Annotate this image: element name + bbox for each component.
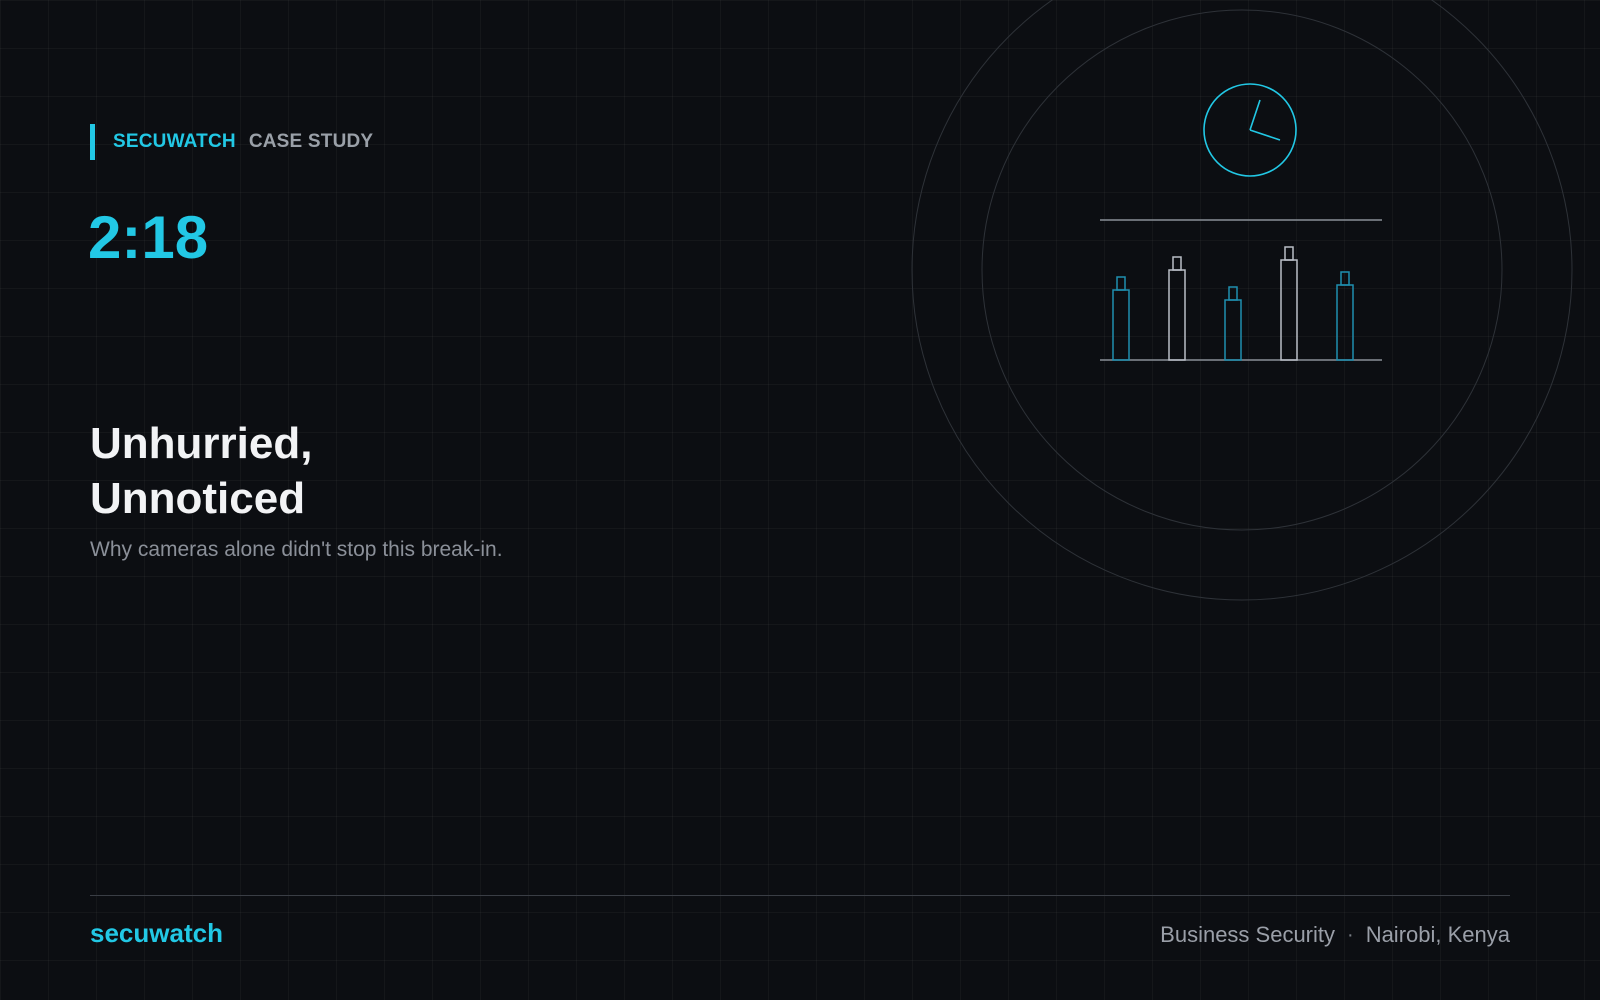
time-stat: 2:18 <box>88 204 209 271</box>
cylinder-3 <box>1224 286 1242 361</box>
cylinder-2 <box>1168 256 1186 361</box>
cylinder-1 <box>1112 276 1130 361</box>
footer-brand[interactable]: secuwatch <box>90 918 223 949</box>
title-line-1: Unhurried, <box>90 419 313 468</box>
eyebrow-kind: CASE STUDY <box>248 131 374 152</box>
footer-location: Nairobi, Kenya <box>1365 922 1510 947</box>
clock-icon <box>1203 83 1297 177</box>
footer-separator: · <box>1347 923 1354 946</box>
cylinder-4 <box>1280 246 1298 361</box>
page-title: Unhurried, Unnoticed <box>90 416 312 526</box>
slide-page: SECUWATCH CASE STUDY 2:18 Unhurried, Unn… <box>0 0 1600 1000</box>
footer-divider <box>90 895 1510 896</box>
footer-meta: Business Security · Nairobi, Kenya <box>1160 922 1510 948</box>
eyebrow-label: SECUWATCH CASE STUDY <box>90 124 373 160</box>
bar-cylinders-icon <box>1100 219 1382 361</box>
footer-category: Business Security <box>1160 922 1336 947</box>
inner-ring <box>981 9 1503 531</box>
eyebrow-brand: SECUWATCH <box>113 131 236 152</box>
outer-ring <box>911 0 1573 601</box>
title-line-2: Unnoticed <box>90 474 306 523</box>
page-subtitle: Why cameras alone didn't stop this break… <box>90 538 503 561</box>
cylinder-5 <box>1336 271 1354 361</box>
